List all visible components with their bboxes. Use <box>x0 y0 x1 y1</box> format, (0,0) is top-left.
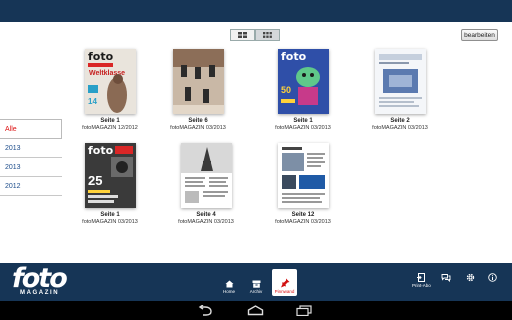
cover-foto-alien: foto 50 <box>277 49 329 114</box>
settings-button[interactable] <box>466 273 475 282</box>
issue-card[interactable]: Seite 6 fotoMAGAZIN 03/2013 <box>158 49 238 131</box>
issue-page: Seite 1 <box>100 212 120 218</box>
issue-magazine: fotoMAGAZIN 03/2013 <box>275 219 331 225</box>
system-navigation-bar <box>0 301 512 320</box>
print-abo-label: Print-Abo <box>412 283 431 288</box>
bottom-navigation-bar: foto MAGAZIN Home Archiv Pinnwand Print-… <box>0 263 512 301</box>
archive-button[interactable]: Archiv <box>244 269 268 296</box>
svg-text:foto: foto <box>281 50 307 63</box>
cover-shoes-photo <box>172 49 224 114</box>
year-filter-item[interactable]: 2012 <box>0 177 62 196</box>
svg-text:foto: foto <box>88 50 114 63</box>
issue-page: Seite 2 <box>390 118 410 124</box>
home-icon <box>225 280 233 288</box>
home-system-icon[interactable] <box>247 305 264 316</box>
svg-text:14: 14 <box>88 97 97 106</box>
issue-card[interactable]: Seite 2 fotoMAGAZIN 03/2013 <box>360 49 440 131</box>
issue-card[interactable]: foto 25 Seite 1 fotoMAGAZIN 03/2013 <box>70 143 150 225</box>
issue-card[interactable]: Seite 12 fotoMAGAZIN 03/2013 <box>263 143 343 225</box>
issue-page: Seite 1 <box>100 118 120 124</box>
chat-button[interactable] <box>441 273 451 282</box>
svg-text:50: 50 <box>281 85 291 95</box>
issue-magazine: fotoMAGAZIN 03/2013 <box>178 219 234 225</box>
home-button[interactable]: Home <box>217 269 241 296</box>
svg-text:25: 25 <box>88 173 102 188</box>
pin-icon <box>280 278 289 288</box>
archive-label: Archiv <box>249 289 263 294</box>
cover-foto-weltklasse: foto Weltklasse 14 <box>84 49 136 114</box>
print-abo-icon <box>416 273 425 282</box>
back-icon[interactable] <box>198 305 214 316</box>
chat-icon <box>441 274 451 282</box>
year-filter-item[interactable]: 2013 <box>0 139 62 158</box>
svg-text:foto: foto <box>88 144 114 157</box>
issue-magazine: fotoMAGAZIN 03/2013 <box>275 125 331 131</box>
cover-eiffel-page <box>180 143 232 208</box>
issue-card[interactable]: Seite 4 fotoMAGAZIN 03/2013 <box>166 143 246 225</box>
issue-magazine: fotoMAGAZIN 03/2013 <box>372 125 428 131</box>
info-icon <box>488 273 497 282</box>
cover-article-page <box>277 143 329 208</box>
print-abo-button[interactable]: Print-Abo <box>412 273 431 288</box>
issue-card[interactable]: foto 50 Seite 1 fotoMAGAZIN 03/2013 <box>263 49 343 131</box>
year-filter-item[interactable]: 2013 <box>0 158 62 177</box>
issue-magazine: fotoMAGAZIN 03/2013 <box>82 219 138 225</box>
issue-page: Seite 12 <box>291 212 315 218</box>
issue-page: Seite 4 <box>196 212 216 218</box>
issue-page: Seite 1 <box>293 118 313 124</box>
issue-magazine: fotoMAGAZIN 03/2013 <box>170 125 226 131</box>
cover-ad-page <box>374 49 426 114</box>
archive-icon <box>252 280 260 288</box>
issue-card[interactable]: foto Weltklasse 14 Seite 1 fotoMAGAZIN 1… <box>70 49 150 131</box>
pinnwand-button[interactable]: Pinnwand <box>272 269 297 296</box>
cover-foto-25-tipps: foto 25 <box>84 143 136 208</box>
info-button[interactable] <box>488 273 497 282</box>
logo-subtext: MAGAZIN <box>20 290 60 296</box>
issue-page: Seite 6 <box>188 118 208 124</box>
logo-text: foto <box>12 263 68 294</box>
content-area: bearbeiten foto Weltklasse 14 Seite 1 fo… <box>0 22 512 263</box>
gear-icon <box>466 273 475 282</box>
issue-magazine: fotoMAGAZIN 12/2012 <box>82 125 138 131</box>
issue-grid: foto Weltklasse 14 Seite 1 fotoMAGAZIN 1… <box>0 22 512 262</box>
status-bar <box>0 0 512 22</box>
pinnwand-label: Pinnwand <box>274 289 295 294</box>
foto-magazin-logo: foto MAGAZIN <box>12 263 78 299</box>
recent-apps-icon[interactable] <box>296 305 312 316</box>
year-filter-list: Alle 2013 2013 2012 <box>0 119 62 196</box>
home-label: Home <box>222 289 235 294</box>
year-filter-all[interactable]: Alle <box>0 119 62 139</box>
